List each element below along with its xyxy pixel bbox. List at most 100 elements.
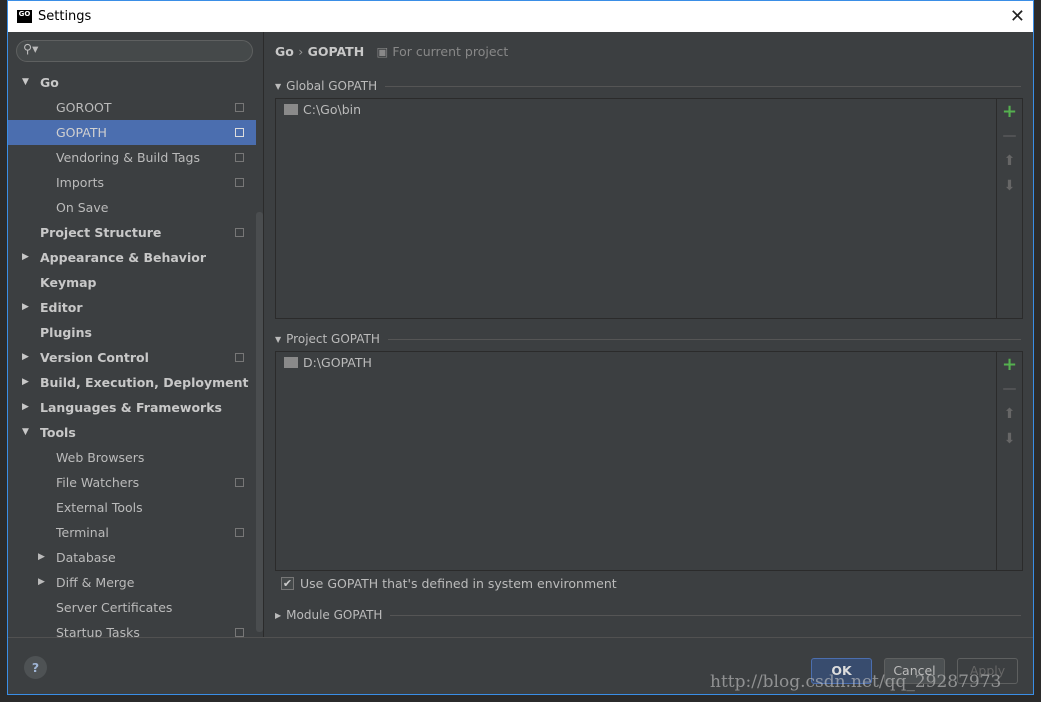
settings-sidebar: ⚲▾ ▼ Go GOROOT GOPATH Vendoring & Build Tags… xyxy=(8,32,264,637)
breadcrumb-parent[interactable]: Go xyxy=(275,44,294,59)
list-item[interactable]: D:\GOPATH xyxy=(276,352,1022,373)
project-scope-icon xyxy=(235,228,244,237)
project-gopath-header[interactable]: ▼ Project GOPATH xyxy=(275,332,1021,346)
tree-item[interactable]: ▶ Editor xyxy=(8,295,256,320)
add-button[interactable]: + xyxy=(997,352,1022,377)
add-button[interactable]: + xyxy=(997,99,1022,124)
project-scope-icon xyxy=(235,153,244,162)
settings-tree: ▼ Go GOROOT GOPATH Vendoring & Build Tags Imp… xyxy=(8,70,256,637)
tree-item-label: External Tools xyxy=(56,500,143,515)
section-title: Project GOPATH xyxy=(286,332,380,346)
collapse-icon[interactable]: ▼ xyxy=(22,70,29,95)
tree-item-label: GOPATH xyxy=(56,125,107,140)
gopath-panel: Go › GOPATH ▣ For current project ▼ Globa… xyxy=(265,32,1033,637)
use-system-gopath-checkbox[interactable]: ✔ Use GOPATH that's defined in system env… xyxy=(281,576,617,591)
project-scope-icon xyxy=(235,103,244,112)
tree-item-label: Editor xyxy=(40,300,83,315)
tree-item[interactable]: Keymap xyxy=(8,270,256,295)
goland-logo-icon: GO _ xyxy=(17,10,32,26)
expand-icon[interactable]: ▶ xyxy=(22,370,29,395)
project-scope-icon xyxy=(235,128,244,137)
move-down-button[interactable]: ⬇ xyxy=(997,427,1022,452)
tree-item[interactable]: Imports xyxy=(8,170,256,195)
tree-item-label: Terminal xyxy=(56,525,109,540)
collapse-icon: ▼ xyxy=(275,334,282,344)
project-scope-icon: ▣ xyxy=(376,44,393,59)
window-title: Settings xyxy=(38,9,92,24)
tree-item-label: Vendoring & Build Tags xyxy=(56,150,200,165)
tree-item-label: On Save xyxy=(56,200,109,215)
tree-item[interactable]: ▶ Database xyxy=(8,545,256,570)
project-scope-icon xyxy=(235,353,244,362)
tree-item-label: Tools xyxy=(40,425,76,440)
move-up-button[interactable]: ⬆ xyxy=(997,149,1022,174)
path-text: C:\Go\bin xyxy=(303,102,362,117)
breadcrumb: Go › GOPATH ▣ For current project xyxy=(275,44,508,59)
tree-item-label: Startup Tasks xyxy=(56,625,140,637)
tree-item[interactable]: Server Certificates xyxy=(8,595,256,620)
watermark: http://blog.csdn.net/qq_29287973 xyxy=(710,672,1002,692)
tree-item[interactable]: GOROOT xyxy=(8,95,256,120)
tree-item-label: Languages & Frameworks xyxy=(40,400,222,415)
close-button[interactable]: ✕ xyxy=(1010,6,1025,27)
remove-button[interactable]: — xyxy=(997,377,1022,402)
tree-item[interactable]: Vendoring & Build Tags xyxy=(8,145,256,170)
tree-item-label: Go xyxy=(40,75,59,90)
tree-item-label: Database xyxy=(56,550,116,565)
section-title: Global GOPATH xyxy=(286,79,378,93)
tree-item[interactable]: Project Structure xyxy=(8,220,256,245)
collapse-icon[interactable]: ▼ xyxy=(22,420,29,445)
title-bar: GO _ Settings ✕ xyxy=(8,1,1033,32)
move-up-button[interactable]: ⬆ xyxy=(997,402,1022,427)
collapse-icon: ▼ xyxy=(275,81,282,91)
list-toolbar: + — ⬆ ⬇ xyxy=(996,352,1022,570)
help-button[interactable]: ? xyxy=(24,656,47,679)
breadcrumb-separator: › xyxy=(298,44,304,59)
project-gopath-list[interactable]: D:\GOPATH + — ⬆ ⬇ xyxy=(275,351,1023,571)
tree-item[interactable]: Web Browsers xyxy=(8,445,256,470)
remove-button[interactable]: — xyxy=(997,124,1022,149)
tree-item[interactable]: Startup Tasks xyxy=(8,620,256,637)
sidebar-scrollbar[interactable] xyxy=(256,212,263,632)
project-scope-icon xyxy=(235,628,244,637)
tree-item[interactable]: ▼ Tools xyxy=(8,420,256,445)
tree-item[interactable]: ▼ Go xyxy=(8,70,256,95)
tree-item[interactable]: Terminal xyxy=(8,520,256,545)
tree-item[interactable]: ▶ Languages & Frameworks xyxy=(8,395,256,420)
tree-item[interactable]: ▶ Version Control xyxy=(8,345,256,370)
tree-item[interactable]: ▶ Build, Execution, Deployment xyxy=(8,370,256,395)
folder-icon xyxy=(284,104,298,115)
tree-item-label: Version Control xyxy=(40,350,149,365)
tree-item[interactable]: GOPATH xyxy=(8,120,256,145)
tree-item[interactable]: ▶ Appearance & Behavior xyxy=(8,245,256,270)
search-input[interactable]: ⚲▾ xyxy=(16,40,253,62)
tree-item-label: Keymap xyxy=(40,275,97,290)
tree-item-label: Diff & Merge xyxy=(56,575,135,590)
section-title: Module GOPATH xyxy=(286,608,383,622)
scope-label: For current project xyxy=(392,44,509,59)
tree-item[interactable]: ▶ Diff & Merge xyxy=(8,570,256,595)
folder-icon xyxy=(284,357,298,368)
tree-item[interactable]: External Tools xyxy=(8,495,256,520)
project-scope-icon xyxy=(235,478,244,487)
checkbox-label: Use GOPATH that's defined in system envi… xyxy=(300,576,617,591)
expand-icon[interactable]: ▶ xyxy=(38,545,45,570)
list-item[interactable]: C:\Go\bin xyxy=(276,99,1022,120)
expand-icon[interactable]: ▶ xyxy=(38,570,45,595)
tree-item-label: GOROOT xyxy=(56,100,112,115)
tree-item-label: Project Structure xyxy=(40,225,162,240)
tree-item[interactable]: Plugins xyxy=(8,320,256,345)
expand-icon[interactable]: ▶ xyxy=(22,395,29,420)
global-gopath-list[interactable]: C:\Go\bin + — ⬆ ⬇ xyxy=(275,98,1023,319)
module-gopath-header[interactable]: ▶ Module GOPATH xyxy=(275,608,1021,622)
tree-item[interactable]: File Watchers xyxy=(8,470,256,495)
expand-icon[interactable]: ▶ xyxy=(22,295,29,320)
tree-item[interactable]: On Save xyxy=(8,195,256,220)
expand-icon[interactable]: ▶ xyxy=(22,345,29,370)
global-gopath-header[interactable]: ▼ Global GOPATH xyxy=(275,79,1021,93)
breadcrumb-current: GOPATH xyxy=(307,44,365,59)
tree-item-label: Appearance & Behavior xyxy=(40,250,206,265)
move-down-button[interactable]: ⬇ xyxy=(997,174,1022,199)
expand-icon[interactable]: ▶ xyxy=(22,245,29,270)
project-scope-icon xyxy=(235,178,244,187)
